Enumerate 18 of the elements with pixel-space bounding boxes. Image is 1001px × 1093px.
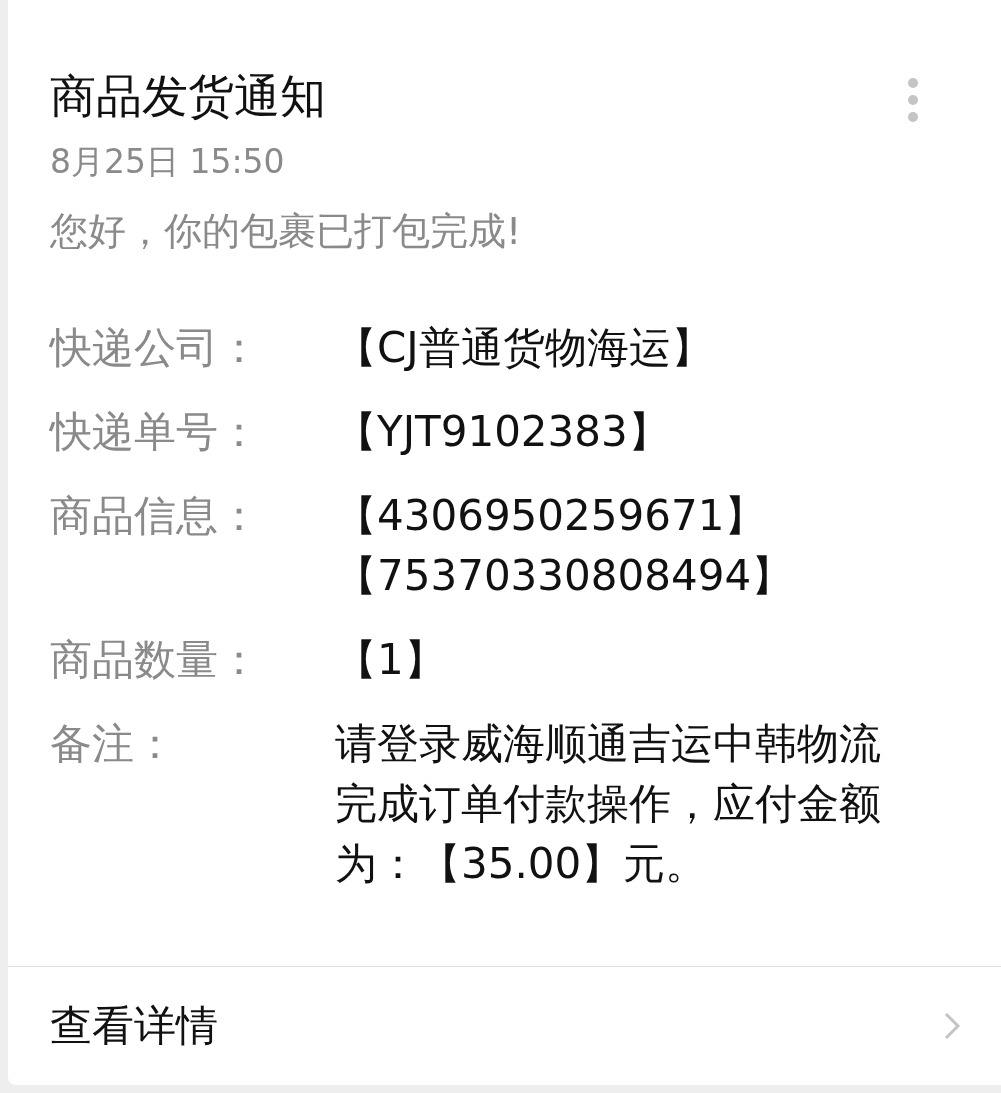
view-details-row[interactable]: 查看详情: [8, 966, 1001, 1085]
more-menu-icon[interactable]: [907, 77, 919, 123]
greeting-text: 您好，你的包裹已打包完成!: [49, 208, 523, 255]
chevron-right-icon: [943, 1011, 961, 1041]
field-value: 【75370330808494】: [335, 550, 795, 602]
field-label: 快递单号：: [50, 406, 261, 458]
field-value: 【1】: [335, 634, 447, 686]
field-value: 【YJT9102383】: [335, 406, 671, 458]
field-label: 商品数量：: [50, 634, 261, 686]
field-label: 商品信息：: [50, 490, 261, 542]
field-label: 快递公司：: [50, 322, 261, 374]
message-title: 商品发货通知: [50, 68, 326, 124]
field-value: 【4306950259671】: [335, 490, 768, 542]
field-value: 请登录威海顺通吉运中韩物流完成订单付款操作，应付金额为：【35.00】元。: [335, 718, 882, 890]
message-time: 8月25日 15:50: [49, 141, 286, 183]
field-value: 【CJ普通货物海运】: [335, 322, 714, 374]
view-details-link[interactable]: 查看详情: [50, 998, 218, 1054]
field-label: 备注：: [50, 718, 177, 770]
